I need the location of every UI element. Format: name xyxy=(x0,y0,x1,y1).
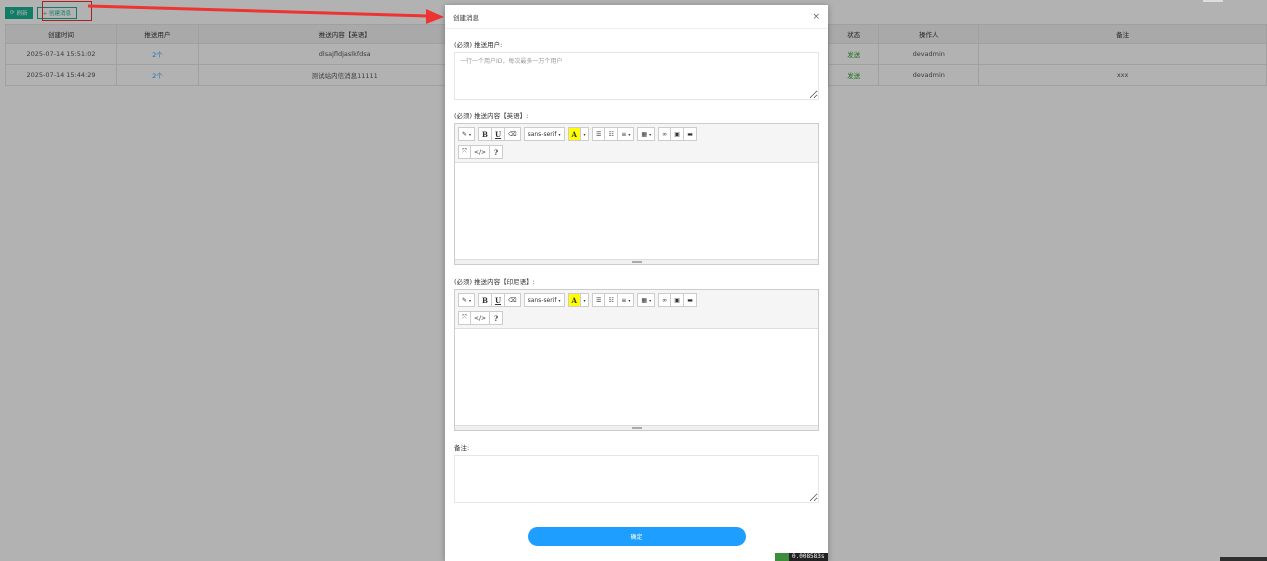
corner-badge xyxy=(1220,557,1267,561)
editor-resize-handle[interactable] xyxy=(455,259,818,264)
picture-icon[interactable]: ▣ xyxy=(671,127,685,141)
content-id-editor: ✎ ▾ B U ⌫ sans-serif ▾ A ▾ ☰ ☷ ≡ ▾ ▦ ▾ ∞… xyxy=(454,289,819,431)
color-button[interactable]: A xyxy=(567,127,581,141)
remark-input[interactable] xyxy=(454,455,819,503)
link-icon[interactable]: ∞ xyxy=(658,127,672,141)
list-ul-icon[interactable]: ☰ xyxy=(591,293,606,307)
fullscreen-icon[interactable]: ⤧ xyxy=(458,311,471,326)
bold-button[interactable]: B xyxy=(478,293,492,307)
table-icon[interactable]: ▦ ▾ xyxy=(637,127,656,141)
close-icon[interactable]: × xyxy=(812,12,820,22)
content-en-label: (必须) 推送内容【英语】: xyxy=(454,112,529,120)
list-ol-icon[interactable]: ☷ xyxy=(605,127,619,141)
eraser-icon[interactable]: ⌫ xyxy=(505,127,521,141)
style-dropdown[interactable]: ✎ ▾ xyxy=(458,127,476,141)
video-icon[interactable]: ▬ xyxy=(684,293,698,307)
perf-badge: 0.008583s xyxy=(775,553,828,561)
perf-icon xyxy=(775,553,789,561)
perf-time: 0.008583s xyxy=(789,553,828,561)
code-icon[interactable]: </> xyxy=(471,145,491,160)
color-dropdown-icon[interactable]: ▾ xyxy=(580,127,589,141)
create-message-dialog: 创建消息 × (必须) 推送用户: (必须) 推送内容【英语】: ✎▾ B U … xyxy=(445,5,828,561)
underline-button[interactable]: U xyxy=(491,127,506,141)
editor-content-area[interactable] xyxy=(455,329,818,425)
content-en-editor: ✎ ▾ B U ⌫ sans-serif ▾ A ▾ ☰ ☷ ≡ ▾ ▦ ▾ ∞… xyxy=(454,123,819,265)
magic-icon: ✎ xyxy=(462,130,468,138)
color-dropdown-icon[interactable]: ▾ xyxy=(580,293,589,307)
bold-button[interactable]: B xyxy=(478,127,492,141)
dialog-body: (必须) 推送用户: (必须) 推送内容【英语】: ✎▾ B U ⌫ sans-… xyxy=(445,29,828,546)
editor-resize-handle[interactable] xyxy=(455,425,818,430)
eraser-icon[interactable]: ⌫ xyxy=(505,293,521,307)
table-icon[interactable]: ▦ ▾ xyxy=(637,293,656,307)
color-button[interactable]: A xyxy=(567,293,581,307)
code-icon[interactable]: </> xyxy=(471,311,491,326)
list-ol-icon[interactable]: ☷ xyxy=(605,293,619,307)
content-id-label: (必须) 推送内容【印尼语】: xyxy=(454,278,535,286)
help-icon[interactable]: ? xyxy=(490,311,504,326)
link-icon[interactable]: ∞ xyxy=(658,293,672,307)
editor-toolbar: ✎ ▾ B U ⌫ sans-serif ▾ A ▾ ☰ ☷ ≡ ▾ ▦ ▾ ∞… xyxy=(455,124,818,163)
confirm-button[interactable]: 确定 xyxy=(527,527,746,546)
remark-label: 备注: xyxy=(454,444,470,452)
font-name-dropdown[interactable]: sans-serif ▾ xyxy=(523,127,565,141)
help-icon[interactable]: ? xyxy=(490,145,504,160)
align-icon[interactable]: ≡ ▾ xyxy=(618,293,635,307)
style-dropdown[interactable]: ✎ ▾ xyxy=(458,293,476,307)
underline-button[interactable]: U xyxy=(491,293,506,307)
editor-toolbar: ✎ ▾ B U ⌫ sans-serif ▾ A ▾ ☰ ☷ ≡ ▾ ▦ ▾ ∞… xyxy=(455,290,818,329)
list-ul-icon[interactable]: ☰ xyxy=(591,127,606,141)
users-input[interactable] xyxy=(454,52,819,100)
editor-content-area[interactable] xyxy=(455,163,818,259)
dialog-header: 创建消息 × xyxy=(445,5,828,29)
align-icon[interactable]: ≡ ▾ xyxy=(618,127,635,141)
fullscreen-icon[interactable]: ⤧ xyxy=(458,145,471,160)
top-right-chip xyxy=(1203,0,1223,2)
picture-icon[interactable]: ▣ xyxy=(671,293,685,307)
users-label: (必须) 推送用户: xyxy=(454,41,503,49)
dialog-title: 创建消息 xyxy=(453,13,479,22)
font-name-dropdown[interactable]: sans-serif ▾ xyxy=(523,293,565,307)
video-icon[interactable]: ▬ xyxy=(684,127,698,141)
magic-icon: ✎ xyxy=(462,296,468,304)
